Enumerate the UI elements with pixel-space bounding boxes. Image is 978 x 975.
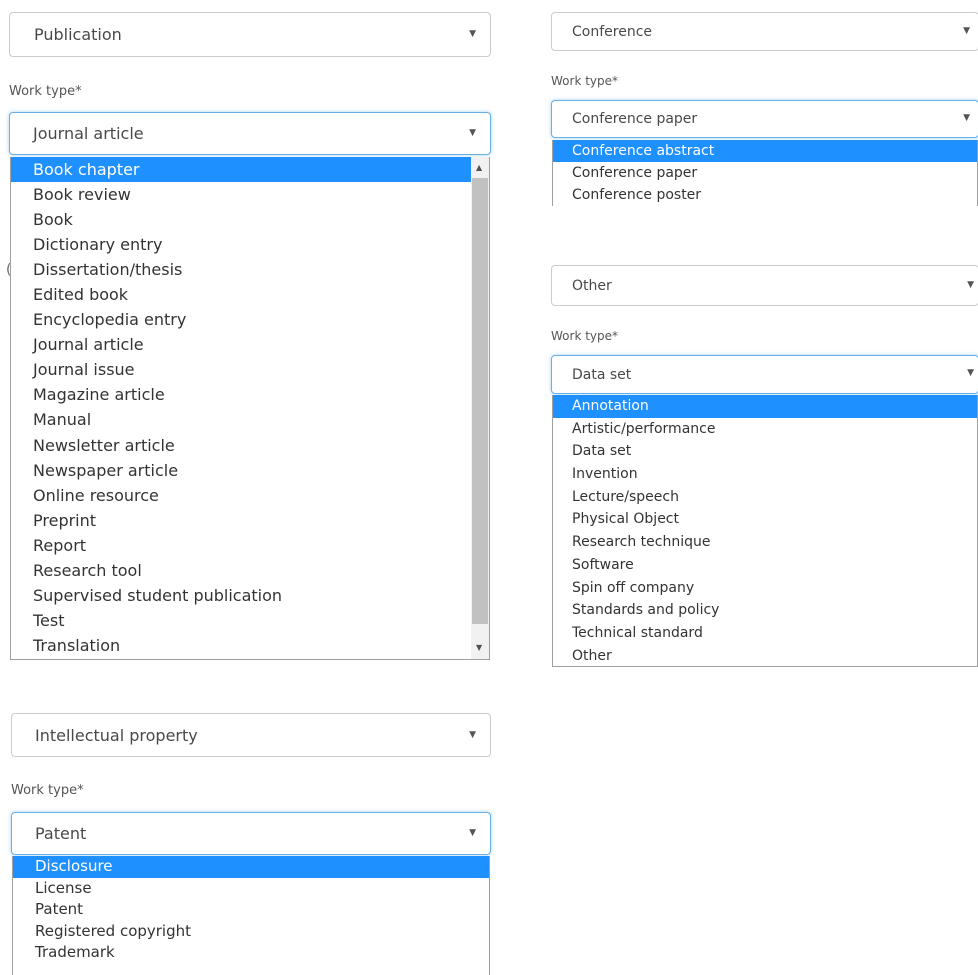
work-type-select-value: Patent <box>35 824 87 843</box>
work-type-select-value: Conference paper <box>572 111 698 127</box>
option-research-tool[interactable]: Research tool <box>11 558 471 583</box>
work-type-select-other[interactable]: Data set ▼ <box>551 355 978 394</box>
option-encyclopedia-entry[interactable]: Encyclopedia entry <box>11 307 471 332</box>
option-physical-object[interactable]: Physical Object <box>553 508 977 531</box>
caret-down-icon: ▼ <box>967 368 974 378</box>
option-registered-copyright[interactable]: Registered copyright <box>13 921 489 943</box>
option-other[interactable]: Other <box>553 645 977 666</box>
option-preprint[interactable]: Preprint <box>11 508 471 533</box>
work-type-label: Work type* <box>551 74 619 88</box>
option-newsletter-article[interactable]: Newsletter article <box>11 433 471 458</box>
option-dictionary-entry[interactable]: Dictionary entry <box>11 232 471 257</box>
work-type-select-value: Journal article <box>33 124 144 143</box>
option-translation[interactable]: Translation <box>11 633 471 658</box>
option-technical-standard[interactable]: Technical standard <box>553 622 977 645</box>
category-select-intellectual-property[interactable]: Intellectual property ▼ <box>11 713 491 757</box>
option-conference-poster[interactable]: Conference poster <box>553 184 977 206</box>
category-select-publication[interactable]: Publication ▼ <box>9 12 491 57</box>
option-patent[interactable]: Patent <box>13 899 489 921</box>
option-dissertation-thesis[interactable]: Dissertation/thesis <box>11 257 471 282</box>
option-conference-abstract[interactable]: Conference abstract <box>553 140 977 162</box>
work-type-label: Work type* <box>11 783 84 798</box>
option-journal-article[interactable]: Journal article <box>11 332 471 357</box>
option-report[interactable]: Report <box>11 533 471 558</box>
option-book-review[interactable]: Book review <box>11 182 471 207</box>
caret-down-icon: ▼ <box>967 280 974 290</box>
work-type-listbox-intellectual-property[interactable]: Disclosure License Patent Registered copyri… <box>12 856 490 975</box>
category-select-conference[interactable]: Conference ▼ <box>551 12 978 51</box>
work-type-listbox-conference[interactable]: Conference abstract Conference paper Confe… <box>552 140 978 206</box>
work-type-select-value: Data set <box>572 366 632 383</box>
category-select-other[interactable]: Other ▼ <box>551 265 978 306</box>
caret-down-icon: ▼ <box>963 113 970 123</box>
option-journal-issue[interactable]: Journal issue <box>11 357 471 382</box>
caret-down-icon: ▼ <box>469 828 476 838</box>
category-select-value: Conference <box>572 23 653 40</box>
option-manual[interactable]: Manual <box>11 407 471 432</box>
option-magazine-article[interactable]: Magazine article <box>11 382 471 407</box>
option-invention[interactable]: Invention <box>553 463 977 486</box>
work-type-listbox-publication[interactable]: Book chapter Book review Book Dictionary en… <box>10 157 490 660</box>
option-disclosure[interactable]: Disclosure <box>13 856 489 878</box>
option-book-chapter[interactable]: Book chapter <box>11 157 471 183</box>
scrollbar-thumb[interactable] <box>472 178 488 624</box>
caret-down-icon: ▼ <box>469 128 476 138</box>
category-select-value: Intellectual property <box>35 725 198 745</box>
option-supervised-student-publication[interactable]: Supervised student publication <box>11 583 471 608</box>
option-standards-and-policy[interactable]: Standards and policy <box>553 599 977 622</box>
option-book[interactable]: Book <box>11 207 471 232</box>
option-conference-paper[interactable]: Conference paper <box>553 162 977 184</box>
category-select-value: Publication <box>34 25 122 44</box>
option-software[interactable]: Software <box>553 554 977 577</box>
option-artistic-performance[interactable]: Artistic/performance <box>553 418 977 441</box>
option-edited-book[interactable]: Edited book <box>11 282 471 307</box>
caret-down-icon: ▼ <box>963 26 970 36</box>
option-annotation[interactable]: Annotation <box>553 395 977 418</box>
option-lecture-speech[interactable]: Lecture/speech <box>553 486 977 509</box>
option-data-set[interactable]: Data set <box>553 440 977 463</box>
caret-down-icon: ▼ <box>469 29 476 39</box>
caret-down-icon: ▼ <box>469 730 476 740</box>
scroll-down-arrow-icon[interactable]: ▼ <box>476 644 482 652</box>
work-type-label: Work type* <box>9 84 82 99</box>
option-research-technique[interactable]: Research technique <box>553 531 977 554</box>
work-type-select-conference[interactable]: Conference paper ▼ <box>551 100 978 138</box>
work-type-select-intellectual-property[interactable]: Patent ▼ <box>11 812 491 855</box>
option-test[interactable]: Test <box>11 608 471 633</box>
scroll-up-arrow-icon[interactable]: ▲ <box>476 164 482 172</box>
option-online-resource[interactable]: Online resource <box>11 483 471 508</box>
work-type-label: Work type* <box>551 329 619 343</box>
work-type-listbox-other[interactable]: Annotation Artistic/performance Data set In… <box>552 395 978 667</box>
option-spin-off-company[interactable]: Spin off company <box>553 577 977 600</box>
work-type-select-publication[interactable]: Journal article ▼ <box>9 112 491 155</box>
category-select-value: Other <box>572 277 612 294</box>
option-newspaper-article[interactable]: Newspaper article <box>11 458 471 483</box>
option-license[interactable]: License <box>13 878 489 900</box>
option-trademark[interactable]: Trademark <box>13 942 489 964</box>
